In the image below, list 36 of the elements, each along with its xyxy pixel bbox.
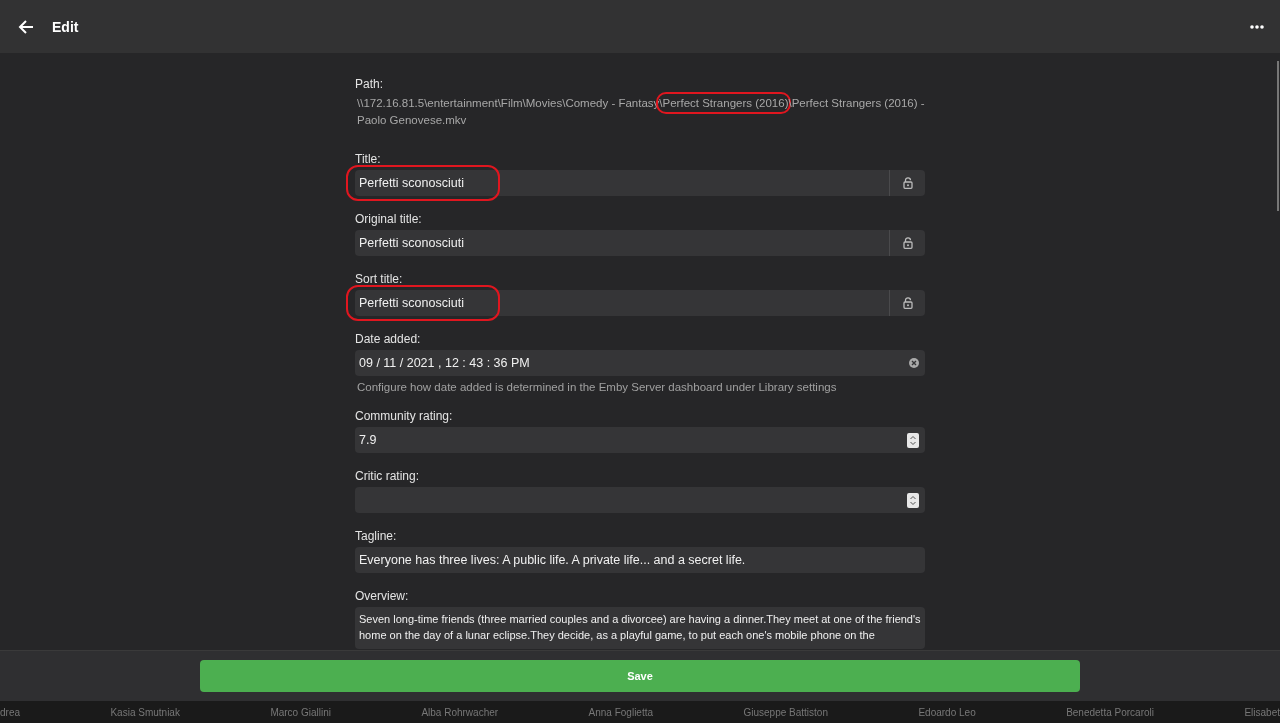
cast-name: Marco Giallini (270, 706, 331, 718)
cast-name: Benedetta Porcaroli (1066, 706, 1154, 718)
cast-name: drea (0, 706, 20, 718)
number-field[interactable] (355, 487, 925, 513)
number-field[interactable]: 7.9 (355, 427, 925, 453)
field-label: Community rating: (355, 409, 454, 423)
text-field[interactable]: Perfetti sconosciuti (355, 230, 925, 256)
cast-name: Kasia Smutniak (110, 706, 180, 718)
cast-name: Edoardo Leo (918, 706, 976, 718)
cast-name: Alba Rohrwacher (421, 706, 499, 718)
spinner-icon[interactable] (907, 432, 919, 448)
cast-name: Anna Foglietta (588, 706, 654, 718)
field-label: Critic rating: (355, 469, 420, 483)
date-field[interactable]: 09 / 11 / 2021 , 12 : 43 : 36 PM (355, 350, 925, 376)
field-label: Path: (355, 77, 385, 91)
more-button[interactable] (1248, 22, 1266, 31)
field-label: Date added: (355, 332, 422, 346)
clear-icon[interactable] (909, 358, 919, 368)
field-label: Tagline: (355, 529, 398, 543)
text-area[interactable]: Seven long-time friends (three married couples and a divorcee) are having a dinner.They meet at one of the friend's home on the day of a lunar eclipse.They decide, as a playful game, to put each one's mobile phone on the (355, 607, 925, 649)
field-label: Original title: (355, 212, 423, 226)
cast-name: Elisabet (1244, 706, 1280, 718)
hint-text: Configure how date added is determined in the Emby Server dashboard under Library settings (357, 381, 838, 393)
lock-icon (902, 177, 913, 189)
lock-icon (902, 297, 913, 309)
cast-name: Giuseppe Battiston (743, 706, 828, 718)
spinner-icon[interactable] (907, 492, 919, 508)
field-label: Overview: (355, 589, 410, 603)
lock-icon (902, 237, 913, 249)
text-field[interactable]: Perfetti sconosciuti (355, 290, 925, 316)
scrollbar[interactable] (1277, 61, 1279, 211)
page-title: Edit (52, 18, 80, 35)
field-label: Title: (355, 152, 382, 166)
field-label: Sort title: (355, 272, 404, 286)
text-field[interactable]: Perfetti sconosciuti (355, 170, 925, 196)
text-field[interactable]: Everyone has three lives: A public life. A private life... and a secret life. (355, 547, 925, 573)
